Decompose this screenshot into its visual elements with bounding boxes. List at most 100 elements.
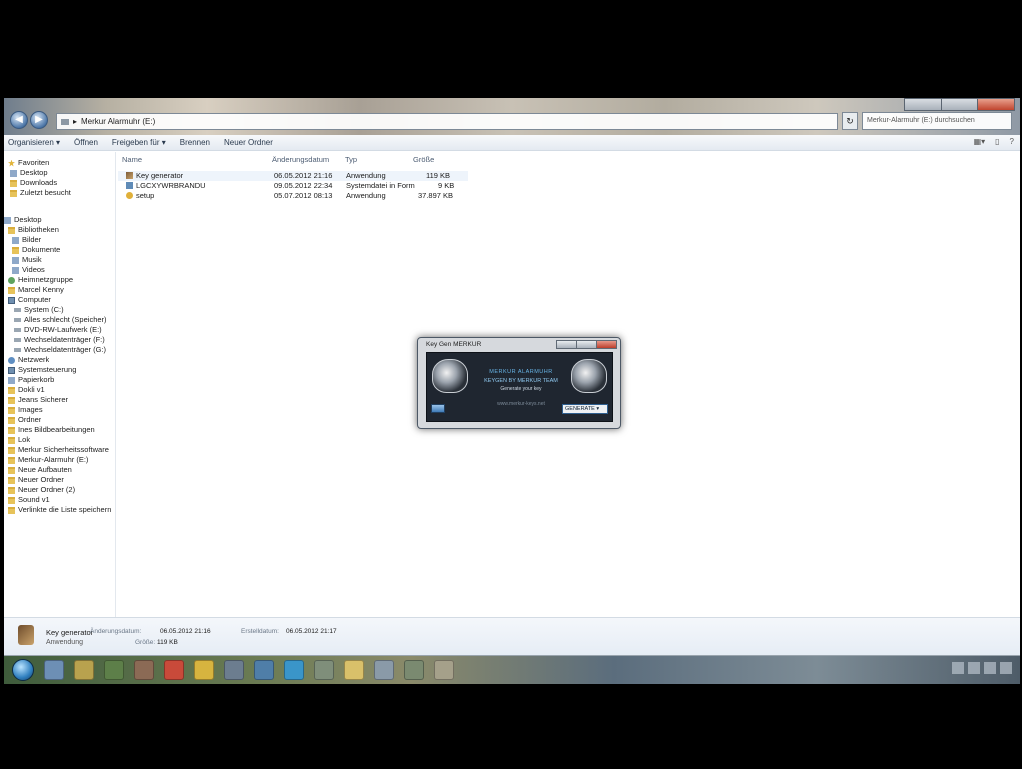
- file-size: 119 KB: [426, 171, 451, 180]
- column-header-size[interactable]: Größe: [413, 155, 434, 164]
- new-folder-button[interactable]: Neuer Ordner: [224, 138, 273, 147]
- nav-computer[interactable]: Computer: [8, 295, 51, 305]
- minimize-button[interactable]: [904, 98, 942, 111]
- nav-folder-3[interactable]: Images: [8, 405, 43, 415]
- folder-taskbar-icon[interactable]: [344, 660, 364, 680]
- nav-downloads[interactable]: Downloads: [10, 178, 57, 188]
- file-size: 37.897 KB: [418, 191, 454, 200]
- nav-videos[interactable]: Videos: [12, 265, 45, 275]
- nav-music[interactable]: Musik: [12, 255, 42, 265]
- help-icon[interactable]: ?: [1010, 137, 1014, 146]
- refresh-button[interactable]: ↻: [842, 112, 858, 130]
- tray-icon[interactable]: [968, 662, 980, 674]
- opera-taskbar-icon[interactable]: [164, 660, 184, 680]
- nav-folder-11[interactable]: Neuer Ordner (2): [8, 485, 75, 495]
- file-type: Systemdatei in Form: [346, 181, 415, 190]
- folder-icon: [8, 486, 15, 494]
- keygen-taskbar-icon[interactable]: [434, 660, 454, 680]
- search-input[interactable]: Merkur-Alarmuhr (E:) durchsuchen: [862, 112, 1012, 130]
- nav-drive-c[interactable]: System (C:): [14, 305, 64, 315]
- forward-button[interactable]: ▶: [30, 111, 48, 129]
- tray-icon[interactable]: [952, 662, 964, 674]
- nav-desktop-root[interactable]: Desktop: [4, 215, 42, 225]
- app-taskbar-icon[interactable]: [374, 660, 394, 680]
- app-taskbar-icon[interactable]: [254, 660, 274, 680]
- column-header-type[interactable]: Typ: [345, 155, 357, 164]
- dialog-close-button[interactable]: [596, 340, 617, 349]
- nav-folder-9[interactable]: Neue Aufbauten: [8, 465, 72, 475]
- maximize-button[interactable]: [940, 98, 979, 111]
- app-taskbar-icon[interactable]: [314, 660, 334, 680]
- nav-drive-e[interactable]: DVD-RW-Laufwerk (E:): [14, 325, 102, 335]
- dialog-minimize-button[interactable]: [556, 340, 577, 349]
- nav-favorites[interactable]: Favoriten: [8, 158, 49, 168]
- close-button[interactable]: [977, 98, 1016, 111]
- nav-libraries[interactable]: Bibliotheken: [8, 225, 59, 235]
- explorer-taskbar-icon[interactable]: [44, 660, 64, 680]
- nav-folder-10[interactable]: Neuer Ordner: [8, 475, 64, 485]
- drive-icon: [61, 118, 69, 125]
- folder-icon: [8, 496, 15, 504]
- nav-folder-7[interactable]: Merkur Sicherheitssoftware: [8, 445, 109, 455]
- share-button[interactable]: Freigeben für ▾: [112, 138, 166, 147]
- nav-recent[interactable]: Zuletzt besucht: [10, 188, 71, 198]
- desktop-icon: [4, 216, 11, 224]
- nav-control-panel[interactable]: Systemsteuerung: [8, 365, 76, 375]
- app-taskbar-icon[interactable]: [194, 660, 214, 680]
- nav-network[interactable]: Netzwerk: [8, 355, 49, 365]
- nav-folder-13[interactable]: Verlinkte die Liste speichern: [8, 505, 111, 515]
- network-icon: [8, 356, 15, 364]
- file-name: setup: [126, 191, 154, 201]
- nav-homegroup[interactable]: Heimnetzgruppe: [8, 275, 73, 285]
- start-button[interactable]: [12, 659, 34, 681]
- app-taskbar-icon[interactable]: [224, 660, 244, 680]
- dialog-info-button[interactable]: [431, 404, 445, 413]
- open-button[interactable]: Öffnen: [74, 138, 98, 147]
- tray-icon[interactable]: [984, 662, 996, 674]
- burn-button[interactable]: Brennen: [180, 138, 210, 147]
- details-modified-label: Änderungsdatum:: [90, 628, 142, 635]
- column-header-modified[interactable]: Änderungsdatum: [272, 155, 329, 164]
- file-name: LGCXYWRBRANDU: [126, 181, 206, 191]
- nav-folder-5[interactable]: Ines Bildbearbeitungen: [8, 425, 95, 435]
- nav-folder-2[interactable]: Jeans Sicherer: [8, 395, 68, 405]
- app-taskbar-icon[interactable]: [104, 660, 124, 680]
- skype-taskbar-icon[interactable]: [284, 660, 304, 680]
- brain-icon: [571, 359, 607, 393]
- nav-desktop[interactable]: Desktop: [10, 168, 48, 178]
- column-header-name[interactable]: Name: [122, 155, 142, 164]
- dialog-generate-select[interactable]: GENERATE ▾: [562, 404, 608, 414]
- nav-folder-1[interactable]: Dokli v1: [8, 385, 45, 395]
- music-icon: [12, 256, 19, 264]
- app-taskbar-icon[interactable]: [134, 660, 154, 680]
- address-bar[interactable]: ▸ Merkur Alarmuhr (E:): [56, 113, 838, 130]
- nav-drive-f[interactable]: Wechseldatenträger (F:): [14, 335, 105, 345]
- nav-drive-g[interactable]: Wechseldatenträger (G:): [14, 345, 106, 355]
- nav-folder-6[interactable]: Lok: [8, 435, 30, 445]
- nav-folder-4[interactable]: Ordner: [8, 415, 41, 425]
- nav-trash[interactable]: Papierkorb: [8, 375, 54, 385]
- tray-icon[interactable]: [1000, 662, 1012, 674]
- organize-button[interactable]: Organisieren ▾: [8, 138, 60, 147]
- address-text: Merkur Alarmuhr (E:): [81, 117, 156, 126]
- preview-pane-icon[interactable]: ▯: [995, 137, 999, 146]
- user-folder-icon: [8, 286, 15, 294]
- view-options-icon[interactable]: ▦▾: [974, 137, 986, 146]
- nav-user[interactable]: Marcel Kenny: [8, 285, 64, 295]
- nav-drive-d[interactable]: Alles schlecht (Speicher): [14, 315, 107, 325]
- back-button[interactable]: ◀: [10, 111, 28, 129]
- dialog-maximize-button[interactable]: [576, 340, 597, 349]
- column-headers: Name Änderungsdatum Typ Größe: [117, 152, 1020, 166]
- app-taskbar-icon[interactable]: [404, 660, 424, 680]
- media-player-taskbar-icon[interactable]: [74, 660, 94, 680]
- nav-documents[interactable]: Dokumente: [12, 245, 60, 255]
- setup-icon: [126, 192, 133, 199]
- nav-folder-8[interactable]: Merkur-Alarmuhr (E:): [8, 455, 88, 465]
- nav-pictures[interactable]: Bilder: [12, 235, 41, 245]
- folder-icon: [8, 386, 15, 394]
- file-row[interactable]: setup 05.07.2012 08:13 Anwendung 37.897 …: [118, 191, 468, 201]
- file-row[interactable]: LGCXYWRBRANDU 09.05.2012 22:34 Systemdat…: [118, 181, 468, 191]
- nav-folder-12[interactable]: Sound v1: [8, 495, 50, 505]
- dvd-drive-icon: [14, 328, 21, 332]
- file-row[interactable]: Key generator 06.05.2012 21:16 Anwendung…: [118, 171, 468, 181]
